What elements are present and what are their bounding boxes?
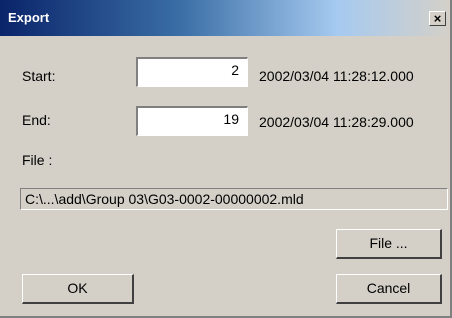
ok-button[interactable]: OK [22, 274, 134, 304]
export-dialog: Export × Start: 2 2002/03/04 11:28:12.00… [0, 0, 452, 318]
close-icon: × [433, 11, 442, 26]
start-label: Start: [22, 68, 56, 84]
cancel-button[interactable]: Cancel [336, 274, 442, 304]
file-label: File : [22, 152, 53, 168]
close-button[interactable]: × [429, 11, 446, 26]
file-button[interactable]: File ... [336, 229, 442, 259]
end-label: End: [22, 112, 51, 128]
file-path-field: C:\...\add\Group 03\G03-0002-00000002.ml… [20, 188, 448, 210]
end-timestamp: 2002/03/04 11:28:29.000 [259, 114, 414, 130]
window-title: Export [8, 10, 50, 25]
start-input[interactable]: 2 [136, 57, 248, 87]
start-timestamp: 2002/03/04 11:28:12.000 [259, 68, 414, 84]
title-bar[interactable]: Export × [0, 0, 450, 36]
end-input[interactable]: 19 [136, 106, 248, 136]
